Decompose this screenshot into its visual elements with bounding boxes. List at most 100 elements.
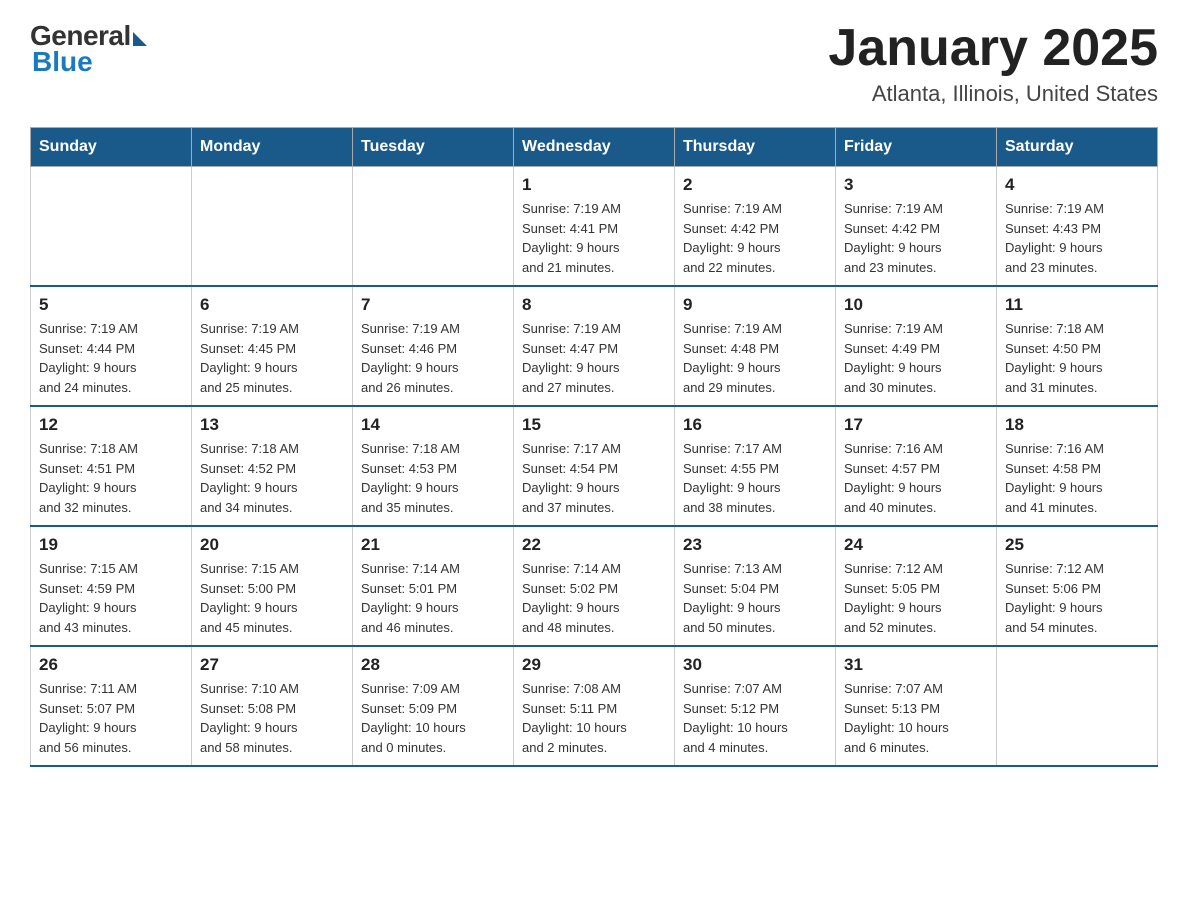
day-info: Sunrise: 7:17 AMSunset: 4:54 PMDaylight:… bbox=[522, 439, 666, 517]
calendar-cell: 11 Sunrise: 7:18 AMSunset: 4:50 PMDayligh… bbox=[997, 286, 1158, 406]
calendar-cell bbox=[192, 167, 353, 287]
day-number: 25 bbox=[1005, 535, 1149, 555]
day-number: 12 bbox=[39, 415, 183, 435]
calendar-cell: 1Sunrise: 7:19 AMSunset: 4:41 PMDaylight… bbox=[514, 167, 675, 287]
logo: General Blue bbox=[30, 20, 147, 78]
days-header-row: SundayMondayTuesdayWednesdayThursdayFrid… bbox=[31, 128, 1158, 167]
calendar-cell: 2 Sunrise: 7:19 AMSunset: 4:42 PMDaylight… bbox=[675, 167, 836, 287]
calendar-cell: 28 Sunrise: 7:09 AMSunset: 5:09 PMDayligh… bbox=[353, 646, 514, 766]
calendar-subtitle: Atlanta, Illinois, United States bbox=[828, 81, 1158, 107]
day-number: 23 bbox=[683, 535, 827, 555]
day-number: 29 bbox=[522, 655, 666, 675]
calendar-cell: 14Sunrise: 7:18 AMSunset: 4:53 PMDayligh… bbox=[353, 406, 514, 526]
calendar-cell: 19 Sunrise: 7:15 AMSunset: 4:59 PMDayligh… bbox=[31, 526, 192, 646]
day-header-tuesday: Tuesday bbox=[353, 128, 514, 167]
calendar-week-4: 19 Sunrise: 7:15 AMSunset: 4:59 PMDayligh… bbox=[31, 526, 1158, 646]
day-info: Sunrise: 7:14 AMSunset: 5:01 PMDaylight:… bbox=[361, 559, 505, 637]
day-header-saturday: Saturday bbox=[997, 128, 1158, 167]
calendar-header: SundayMondayTuesdayWednesdayThursdayFrid… bbox=[31, 128, 1158, 167]
day-info: Sunrise: 7:11 AMSunset: 5:07 PMDaylight:… bbox=[39, 679, 183, 757]
day-number: 30 bbox=[683, 655, 827, 675]
calendar-cell: 20Sunrise: 7:15 AMSunset: 5:00 PMDayligh… bbox=[192, 526, 353, 646]
day-info: Sunrise: 7:18 AMSunset: 4:50 PMDaylight:… bbox=[1005, 319, 1149, 397]
day-info: Sunrise: 7:13 AMSunset: 5:04 PMDaylight:… bbox=[683, 559, 827, 637]
calendar-cell: 16Sunrise: 7:17 AMSunset: 4:55 PMDayligh… bbox=[675, 406, 836, 526]
day-number: 26 bbox=[39, 655, 183, 675]
calendar-cell: 17 Sunrise: 7:16 AMSunset: 4:57 PMDayligh… bbox=[836, 406, 997, 526]
calendar-cell: 9 Sunrise: 7:19 AMSunset: 4:48 PMDaylight… bbox=[675, 286, 836, 406]
day-number: 5 bbox=[39, 295, 183, 315]
day-info: Sunrise: 7:18 AMSunset: 4:53 PMDaylight:… bbox=[361, 439, 505, 517]
calendar-week-5: 26 Sunrise: 7:11 AMSunset: 5:07 PMDayligh… bbox=[31, 646, 1158, 766]
page-header: General Blue January 2025 Atlanta, Illin… bbox=[30, 20, 1158, 107]
calendar-cell: 21 Sunrise: 7:14 AMSunset: 5:01 PMDayligh… bbox=[353, 526, 514, 646]
calendar-cell: 26 Sunrise: 7:11 AMSunset: 5:07 PMDayligh… bbox=[31, 646, 192, 766]
day-number: 2 bbox=[683, 175, 827, 195]
calendar-cell: 18 Sunrise: 7:16 AMSunset: 4:58 PMDayligh… bbox=[997, 406, 1158, 526]
day-number: 15 bbox=[522, 415, 666, 435]
day-number: 10 bbox=[844, 295, 988, 315]
day-info: Sunrise: 7:19 AMSunset: 4:42 PMDaylight:… bbox=[683, 199, 827, 277]
day-number: 18 bbox=[1005, 415, 1149, 435]
day-info: Sunrise: 7:08 AMSunset: 5:11 PMDaylight:… bbox=[522, 679, 666, 757]
calendar-body: 1Sunrise: 7:19 AMSunset: 4:41 PMDaylight… bbox=[31, 167, 1158, 767]
calendar-cell bbox=[31, 167, 192, 287]
day-number: 17 bbox=[844, 415, 988, 435]
day-number: 7 bbox=[361, 295, 505, 315]
day-info: Sunrise: 7:07 AMSunset: 5:13 PMDaylight:… bbox=[844, 679, 988, 757]
day-info: Sunrise: 7:12 AMSunset: 5:06 PMDaylight:… bbox=[1005, 559, 1149, 637]
day-number: 6 bbox=[200, 295, 344, 315]
calendar-cell: 31 Sunrise: 7:07 AMSunset: 5:13 PMDayligh… bbox=[836, 646, 997, 766]
calendar-title: January 2025 bbox=[828, 20, 1158, 77]
day-info: Sunrise: 7:15 AMSunset: 4:59 PMDaylight:… bbox=[39, 559, 183, 637]
day-number: 31 bbox=[844, 655, 988, 675]
day-number: 9 bbox=[683, 295, 827, 315]
day-info: Sunrise: 7:12 AMSunset: 5:05 PMDaylight:… bbox=[844, 559, 988, 637]
day-number: 27 bbox=[200, 655, 344, 675]
calendar-week-2: 5 Sunrise: 7:19 AMSunset: 4:44 PMDaylight… bbox=[31, 286, 1158, 406]
calendar-cell: 27 Sunrise: 7:10 AMSunset: 5:08 PMDayligh… bbox=[192, 646, 353, 766]
calendar-week-1: 1Sunrise: 7:19 AMSunset: 4:41 PMDaylight… bbox=[31, 167, 1158, 287]
day-info: Sunrise: 7:07 AMSunset: 5:12 PMDaylight:… bbox=[683, 679, 827, 757]
day-info: Sunrise: 7:19 AMSunset: 4:49 PMDaylight:… bbox=[844, 319, 988, 397]
day-info: Sunrise: 7:14 AMSunset: 5:02 PMDaylight:… bbox=[522, 559, 666, 637]
day-number: 11 bbox=[1005, 295, 1149, 315]
day-header-wednesday: Wednesday bbox=[514, 128, 675, 167]
day-info: Sunrise: 7:15 AMSunset: 5:00 PMDaylight:… bbox=[200, 559, 344, 637]
day-info: Sunrise: 7:19 AMSunset: 4:43 PMDaylight:… bbox=[1005, 199, 1149, 277]
day-number: 4 bbox=[1005, 175, 1149, 195]
day-number: 19 bbox=[39, 535, 183, 555]
calendar-week-3: 12 Sunrise: 7:18 AMSunset: 4:51 PMDayligh… bbox=[31, 406, 1158, 526]
day-info: Sunrise: 7:19 AMSunset: 4:45 PMDaylight:… bbox=[200, 319, 344, 397]
title-section: January 2025 Atlanta, Illinois, United S… bbox=[828, 20, 1158, 107]
day-number: 13 bbox=[200, 415, 344, 435]
calendar-cell: 25 Sunrise: 7:12 AMSunset: 5:06 PMDayligh… bbox=[997, 526, 1158, 646]
day-info: Sunrise: 7:19 AMSunset: 4:46 PMDaylight:… bbox=[361, 319, 505, 397]
day-info: Sunrise: 7:10 AMSunset: 5:08 PMDaylight:… bbox=[200, 679, 344, 757]
calendar-cell: 4 Sunrise: 7:19 AMSunset: 4:43 PMDaylight… bbox=[997, 167, 1158, 287]
calendar-cell: 7 Sunrise: 7:19 AMSunset: 4:46 PMDaylight… bbox=[353, 286, 514, 406]
day-info: Sunrise: 7:19 AMSunset: 4:47 PMDaylight:… bbox=[522, 319, 666, 397]
calendar-cell: 10 Sunrise: 7:19 AMSunset: 4:49 PMDayligh… bbox=[836, 286, 997, 406]
calendar-cell: 29 Sunrise: 7:08 AMSunset: 5:11 PMDayligh… bbox=[514, 646, 675, 766]
calendar-cell bbox=[997, 646, 1158, 766]
logo-arrow-icon bbox=[133, 32, 147, 46]
day-number: 8 bbox=[522, 295, 666, 315]
day-header-monday: Monday bbox=[192, 128, 353, 167]
calendar-cell: 3Sunrise: 7:19 AMSunset: 4:42 PMDaylight… bbox=[836, 167, 997, 287]
day-header-sunday: Sunday bbox=[31, 128, 192, 167]
calendar-cell: 6 Sunrise: 7:19 AMSunset: 4:45 PMDaylight… bbox=[192, 286, 353, 406]
calendar-cell: 12 Sunrise: 7:18 AMSunset: 4:51 PMDayligh… bbox=[31, 406, 192, 526]
day-info: Sunrise: 7:18 AMSunset: 4:51 PMDaylight:… bbox=[39, 439, 183, 517]
day-info: Sunrise: 7:09 AMSunset: 5:09 PMDaylight:… bbox=[361, 679, 505, 757]
calendar-table: SundayMondayTuesdayWednesdayThursdayFrid… bbox=[30, 127, 1158, 767]
day-number: 22 bbox=[522, 535, 666, 555]
day-info: Sunrise: 7:16 AMSunset: 4:58 PMDaylight:… bbox=[1005, 439, 1149, 517]
calendar-cell bbox=[353, 167, 514, 287]
day-info: Sunrise: 7:16 AMSunset: 4:57 PMDaylight:… bbox=[844, 439, 988, 517]
logo-blue-text: Blue bbox=[32, 46, 93, 78]
day-info: Sunrise: 7:19 AMSunset: 4:44 PMDaylight:… bbox=[39, 319, 183, 397]
day-number: 21 bbox=[361, 535, 505, 555]
day-number: 28 bbox=[361, 655, 505, 675]
day-info: Sunrise: 7:19 AMSunset: 4:48 PMDaylight:… bbox=[683, 319, 827, 397]
